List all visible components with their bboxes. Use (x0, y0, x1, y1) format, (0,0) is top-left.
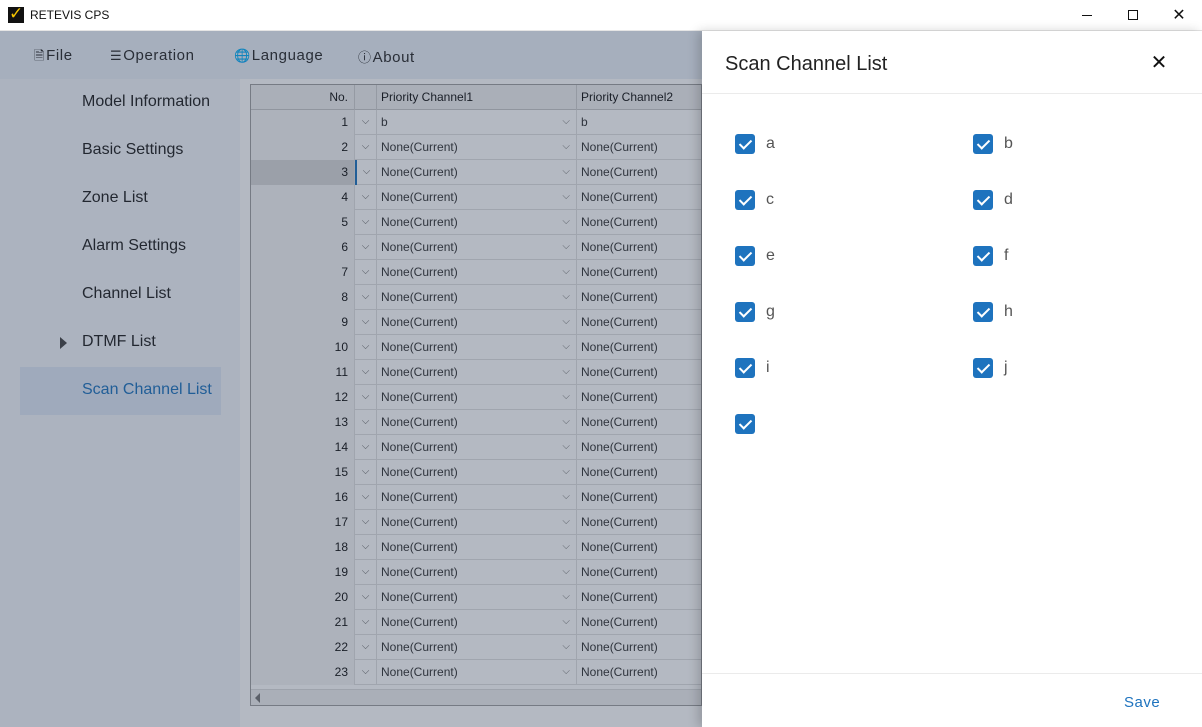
close-icon: ✕ (1172, 5, 1186, 24)
channel-checkbox[interactable]: c (735, 190, 935, 212)
window-title: RETEVIS CPS (30, 8, 110, 22)
channel-checkbox[interactable]: e (735, 246, 935, 268)
checkbox-label: j (1004, 359, 1008, 376)
checkbox-label: c (766, 191, 774, 208)
app-logo-icon (8, 4, 24, 24)
channel-checkbox[interactable]: b (973, 134, 1173, 156)
checkbox-label: e (766, 247, 775, 264)
checkbox-checked-icon[interactable] (973, 246, 993, 266)
drawer-footer: Save (702, 673, 1202, 727)
checkbox-checked-icon[interactable] (973, 190, 993, 210)
checkbox-checked-icon[interactable] (735, 246, 755, 266)
window-titlebar: RETEVIS CPS ✕ (0, 0, 1202, 31)
minimize-button[interactable] (1064, 0, 1110, 31)
channel-checkbox[interactable] (735, 414, 935, 436)
checkbox-label: i (766, 359, 770, 376)
channel-checkbox[interactable]: h (973, 302, 1173, 324)
checkbox-label: h (1004, 303, 1013, 320)
modal-overlay[interactable] (0, 31, 702, 727)
drawer-title: Scan Channel List (725, 53, 888, 75)
maximize-icon (1128, 10, 1138, 20)
checkbox-label: b (1004, 135, 1013, 152)
save-button[interactable]: Save (1124, 694, 1160, 711)
channel-checkbox[interactable]: f (973, 246, 1173, 268)
minimize-icon (1082, 14, 1092, 16)
close-icon: ✕ (1150, 50, 1168, 74)
channel-checkbox[interactable]: g (735, 302, 935, 324)
channel-checkbox[interactable]: j (973, 358, 1173, 380)
channel-checkbox[interactable]: i (735, 358, 935, 380)
checkbox-checked-icon[interactable] (973, 134, 993, 154)
maximize-button[interactable] (1110, 0, 1156, 31)
checkbox-label: a (766, 135, 775, 152)
channel-checkbox[interactable]: d (973, 190, 1173, 212)
checkbox-checked-icon[interactable] (735, 190, 755, 210)
scan-channel-drawer: Scan Channel List ✕ a b c d e f g h i j Save (702, 31, 1202, 727)
checkbox-checked-icon[interactable] (735, 134, 755, 154)
checkbox-checked-icon[interactable] (973, 358, 993, 378)
checkbox-label: d (1004, 191, 1013, 208)
checkbox-checked-icon[interactable] (735, 302, 755, 322)
channel-checkbox[interactable]: a (735, 134, 935, 156)
checkbox-checked-icon[interactable] (735, 414, 755, 434)
checkbox-checked-icon[interactable] (973, 302, 993, 322)
checkbox-checked-icon[interactable] (735, 358, 755, 378)
drawer-close-button[interactable]: ✕ (1148, 51, 1170, 73)
window-close-button[interactable]: ✕ (1156, 0, 1202, 31)
checkbox-label: g (766, 303, 775, 320)
checkbox-label: f (1004, 247, 1009, 264)
drawer-header: Scan Channel List ✕ (702, 31, 1202, 94)
